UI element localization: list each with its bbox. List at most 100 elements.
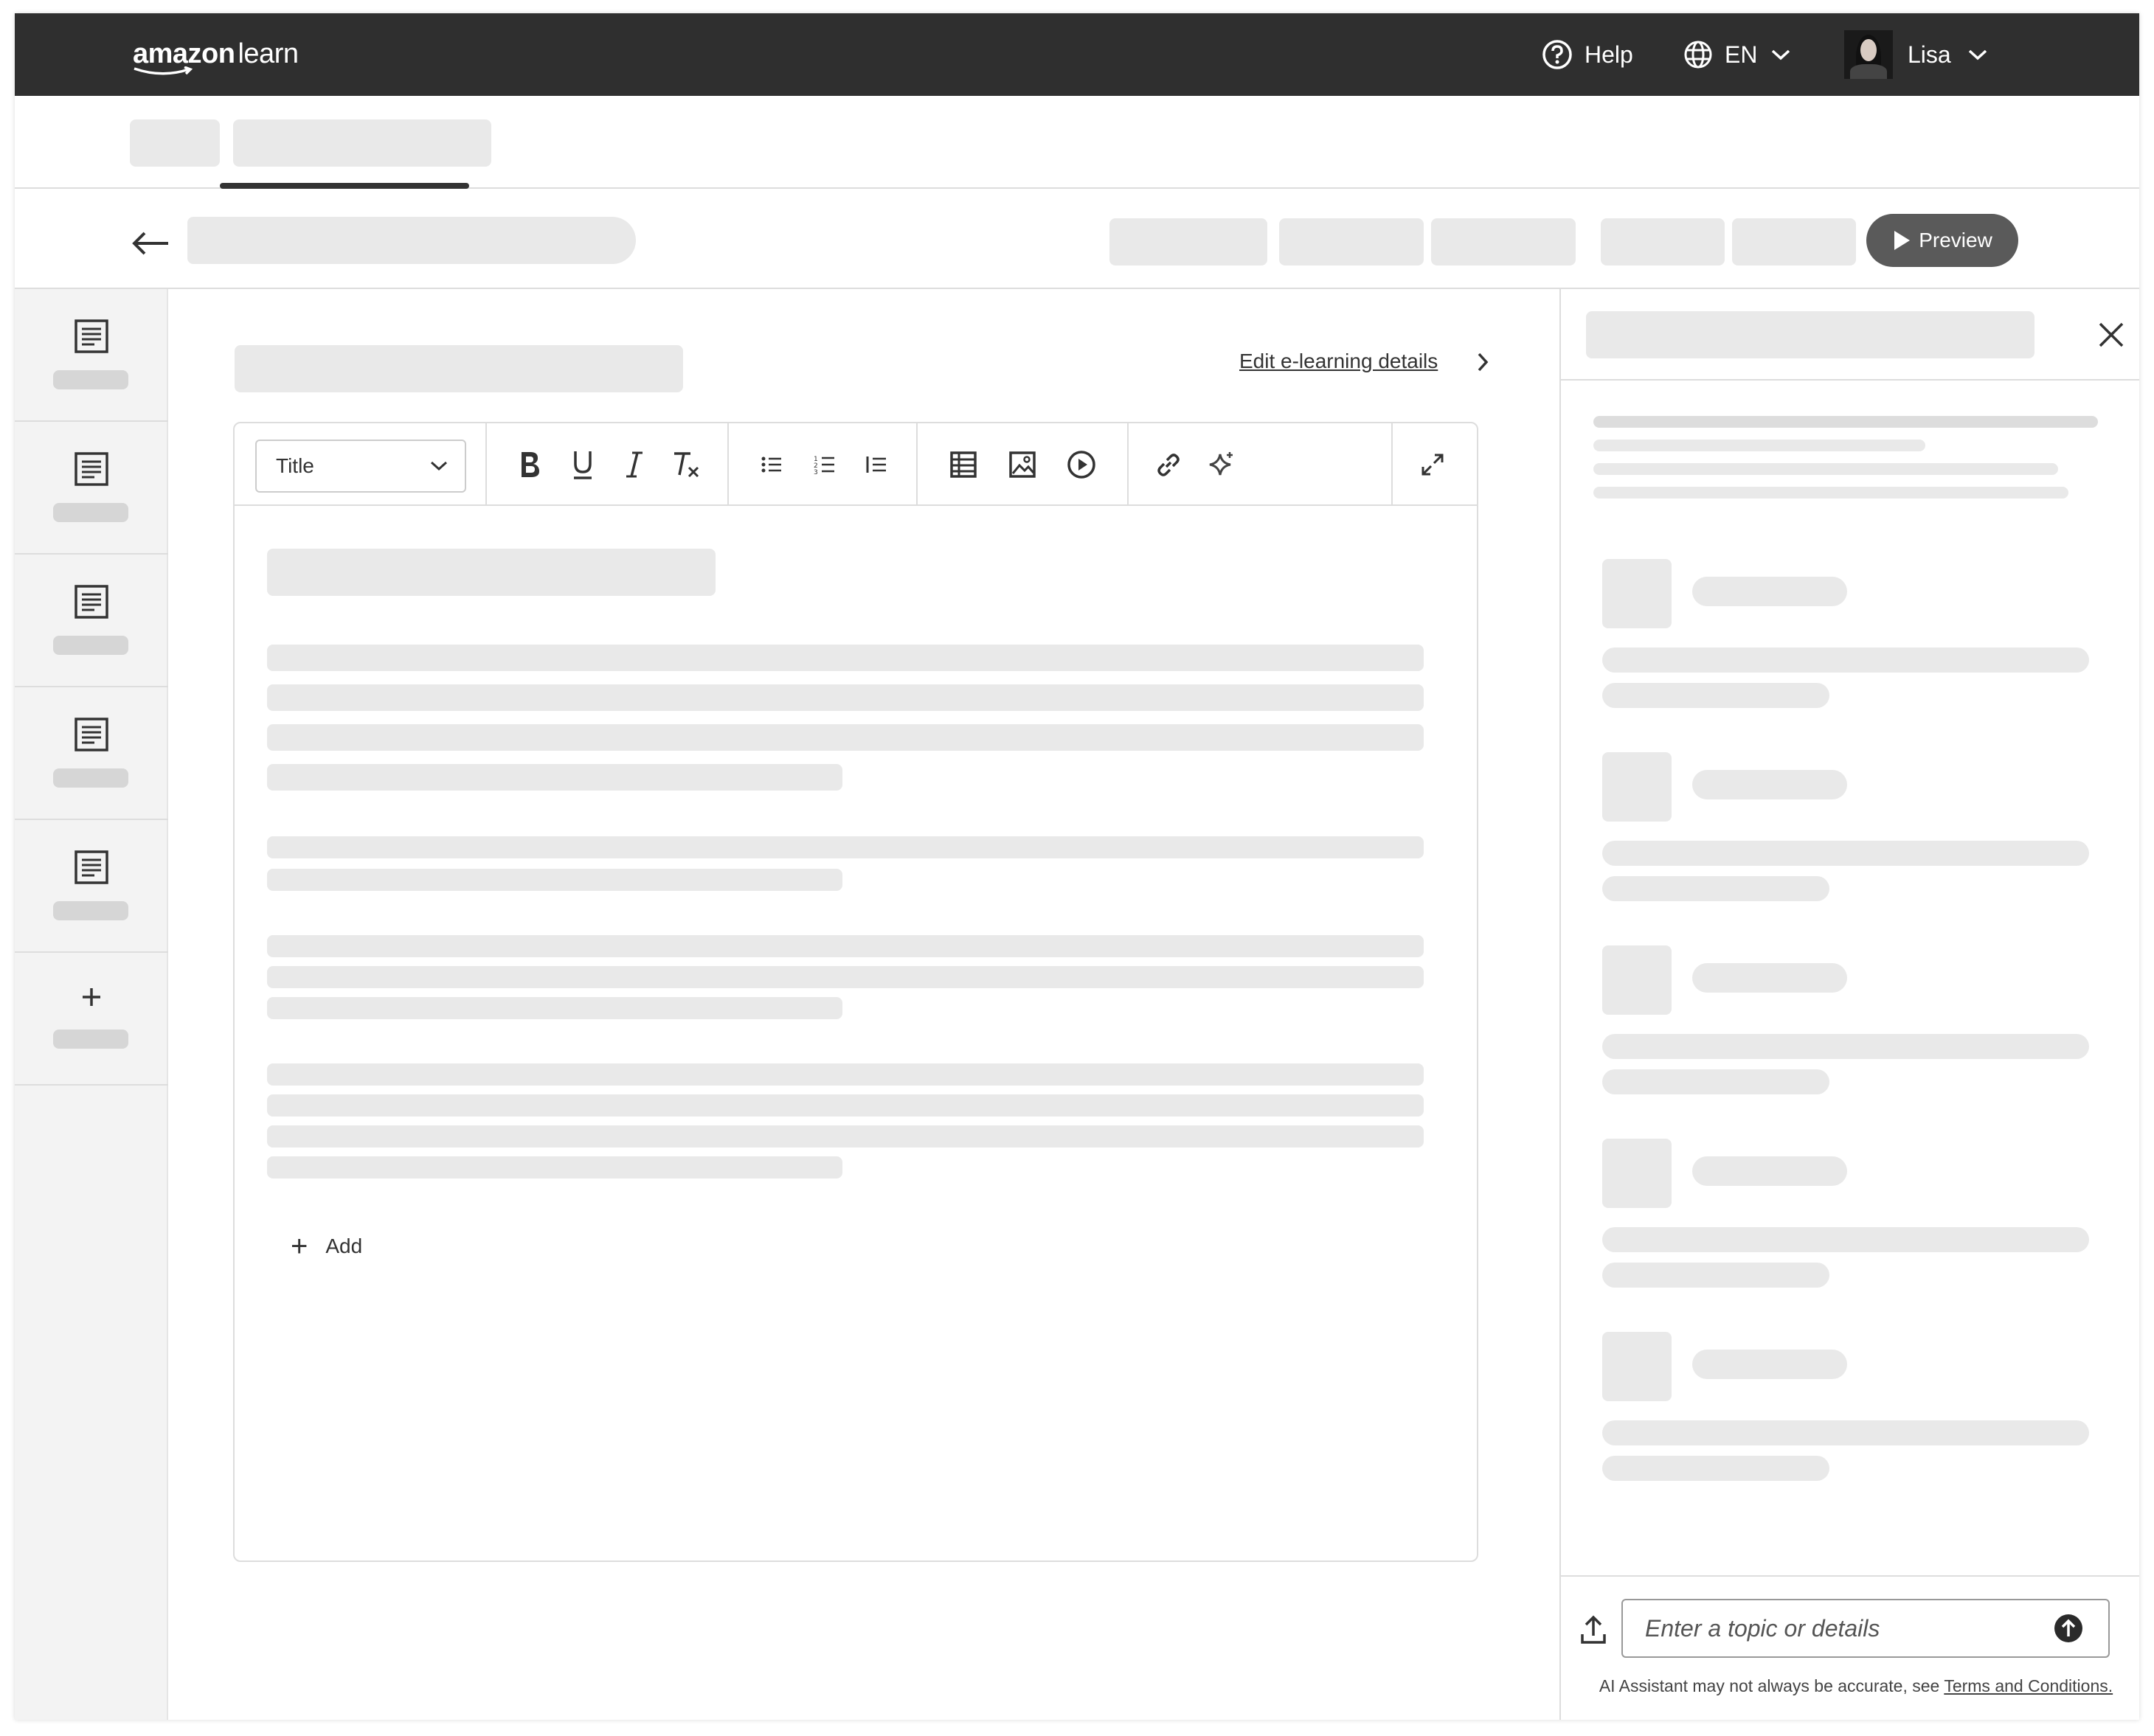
content-line-skeleton <box>267 724 1424 751</box>
insert-image-button[interactable] <box>1002 444 1043 485</box>
insert-link-button[interactable] <box>1148 444 1189 485</box>
upload-icon <box>1581 1615 1606 1644</box>
upload-button[interactable] <box>1571 1608 1616 1652</box>
rich-text-editor: Title 1 2 3 + Add <box>233 422 1478 1562</box>
card-thumb-skeleton <box>1602 1139 1672 1208</box>
underline-icon <box>574 451 592 479</box>
chat-input-area: AI Assistant may not always be accurate,… <box>1561 1575 2139 1720</box>
add-block-button[interactable]: + Add <box>291 1232 362 1261</box>
rail-page-item[interactable] <box>15 820 168 953</box>
ai-disclaimer: AI Assistant may not always be accurate,… <box>1590 1673 2122 1699</box>
video-icon <box>1067 451 1095 479</box>
text-style-select[interactable]: Title <box>255 440 466 493</box>
card-line-skeleton <box>1602 647 2089 673</box>
action-button-skeleton[interactable] <box>1109 218 1267 265</box>
user-menu[interactable]: Lisa <box>1844 30 2000 79</box>
tab-skeleton-active[interactable] <box>233 119 491 167</box>
suggestion-card[interactable] <box>1602 1332 2089 1481</box>
fullscreen-button[interactable] <box>1412 444 1453 485</box>
rail-page-item[interactable] <box>15 422 168 555</box>
edit-details-link[interactable]: Edit e-learning details <box>1239 350 1438 373</box>
bulleted-list-button[interactable] <box>751 444 792 485</box>
link-icon <box>1157 454 1180 476</box>
suggestion-card[interactable] <box>1602 945 2089 1094</box>
document-icon <box>75 718 108 751</box>
numbered-list-button[interactable]: 1 2 3 <box>804 444 845 485</box>
help-icon <box>1542 40 1572 69</box>
page-navigation-rail <box>15 289 168 1720</box>
content-heading-skeleton <box>267 549 716 596</box>
suggestion-card[interactable] <box>1602 752 2089 901</box>
rail-page-item[interactable] <box>15 289 168 422</box>
content-line-skeleton <box>267 869 842 891</box>
rail-page-item[interactable] <box>15 555 168 687</box>
insert-video-button[interactable] <box>1061 444 1102 485</box>
topic-input[interactable] <box>1621 1599 2110 1658</box>
content-line-skeleton <box>267 1094 1424 1117</box>
suggestion-card[interactable] <box>1602 1139 2089 1288</box>
panel-header <box>1561 289 2139 381</box>
add-label: Add <box>325 1235 363 1257</box>
clear-format-icon <box>674 452 699 478</box>
arrow-left-icon <box>132 232 168 255</box>
avatar <box>1844 30 1893 79</box>
logo-brand: amazon <box>133 38 235 69</box>
help-button[interactable]: Help <box>1542 35 1633 74</box>
close-panel-button[interactable] <box>2094 317 2129 353</box>
plus-icon <box>83 988 100 1006</box>
svg-text:3: 3 <box>814 469 818 475</box>
card-title-skeleton <box>1692 963 1847 993</box>
content-line-skeleton <box>267 684 1424 711</box>
top-nav-bar: amazon learn Help EN Lisa <box>15 13 2139 96</box>
card-title-skeleton <box>1692 577 1847 606</box>
chevron-right-icon[interactable] <box>1472 350 1493 375</box>
italic-button[interactable] <box>614 444 655 485</box>
ai-assistant-panel: AI Assistant may not always be accurate,… <box>1559 289 2139 1720</box>
insert-table-button[interactable] <box>943 444 984 485</box>
back-button[interactable] <box>130 223 171 264</box>
bold-button[interactable] <box>509 444 550 485</box>
ai-assist-button[interactable] <box>1201 444 1242 485</box>
blockquote-icon <box>866 456 886 473</box>
content-line-skeleton <box>267 1156 842 1178</box>
preview-button[interactable]: Preview <box>1866 214 2018 267</box>
tab-skeleton[interactable] <box>130 119 220 167</box>
main-editor-area: Edit e-learning details Title 1 2 3 + Ad… <box>168 289 1559 1720</box>
suggestion-card[interactable] <box>1602 559 2089 708</box>
document-icon <box>75 585 108 619</box>
document-icon <box>75 319 108 353</box>
close-icon <box>2099 322 2124 347</box>
card-line-skeleton <box>1602 1263 1829 1288</box>
content-line-skeleton <box>267 1125 1424 1148</box>
rail-add-page-button[interactable] <box>15 953 168 1086</box>
underline-button[interactable] <box>562 444 603 485</box>
disclaimer-text: AI Assistant may not always be accurate,… <box>1599 1676 1945 1695</box>
card-line-skeleton <box>1602 841 2089 866</box>
rail-label-skeleton <box>53 768 128 788</box>
table-icon <box>950 451 977 478</box>
card-thumb-skeleton <box>1602 945 1672 1015</box>
terms-link[interactable]: Terms and Conditions. <box>1944 1676 2113 1695</box>
language-selector[interactable]: EN <box>1683 35 1803 74</box>
blockquote-button[interactable] <box>856 444 897 485</box>
rail-label-skeleton <box>53 636 128 655</box>
document-icon <box>75 452 108 486</box>
card-line-skeleton <box>1602 876 1829 901</box>
action-button-skeleton[interactable] <box>1431 218 1576 265</box>
intro-line-skeleton <box>1593 416 2098 428</box>
expand-icon <box>1421 454 1444 476</box>
content-line-skeleton <box>267 997 842 1019</box>
send-button[interactable] <box>2052 1612 2085 1645</box>
preview-label: Preview <box>1919 229 1992 251</box>
action-button-skeleton[interactable] <box>1732 218 1856 265</box>
action-button-skeleton[interactable] <box>1279 218 1424 265</box>
italic-icon <box>626 451 643 478</box>
chevron-down-icon <box>1772 49 1790 60</box>
card-thumb-skeleton <box>1602 559 1672 628</box>
numbered-list-icon: 1 2 3 <box>814 456 834 475</box>
card-line-skeleton <box>1602 1034 2089 1059</box>
amazon-learn-logo[interactable]: amazon learn <box>133 38 299 75</box>
rail-page-item[interactable] <box>15 687 168 820</box>
clear-format-button[interactable] <box>665 444 707 485</box>
action-button-skeleton[interactable] <box>1601 218 1725 265</box>
